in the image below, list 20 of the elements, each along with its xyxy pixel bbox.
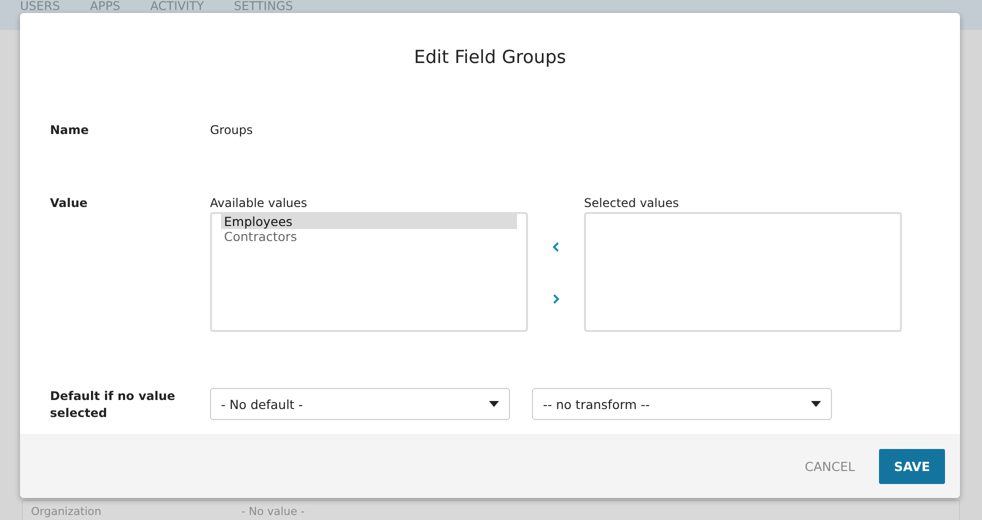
list-option[interactable]: Contractors	[221, 229, 517, 244]
chevron-right-icon[interactable]	[551, 293, 561, 305]
field-value: Groups	[210, 123, 253, 137]
dropdown[interactable]: -- no transform --	[532, 388, 832, 420]
field-label: Value	[50, 196, 89, 212]
list-option[interactable]: Employees	[221, 214, 517, 229]
caret-down-icon	[811, 401, 821, 407]
save-button[interactable]: SAVE	[878, 448, 945, 484]
caret-down-icon	[489, 401, 499, 407]
field-label: Organization	[31, 506, 102, 520]
cancel-button[interactable]: CANCEL	[798, 458, 861, 474]
list-caption: Selected values	[584, 196, 680, 210]
field-value: - No value -	[241, 506, 305, 520]
list-caption: Available values	[210, 196, 308, 210]
dialog-title: Edit Field Groups	[412, 47, 568, 68]
list-box[interactable]: Employees Contractors	[210, 212, 528, 332]
field-label: Name	[50, 123, 90, 137]
chevron-left-icon[interactable]	[551, 241, 561, 253]
dropdown[interactable]: - No default -	[210, 388, 510, 420]
field-label: Default if no value selected	[50, 388, 176, 422]
